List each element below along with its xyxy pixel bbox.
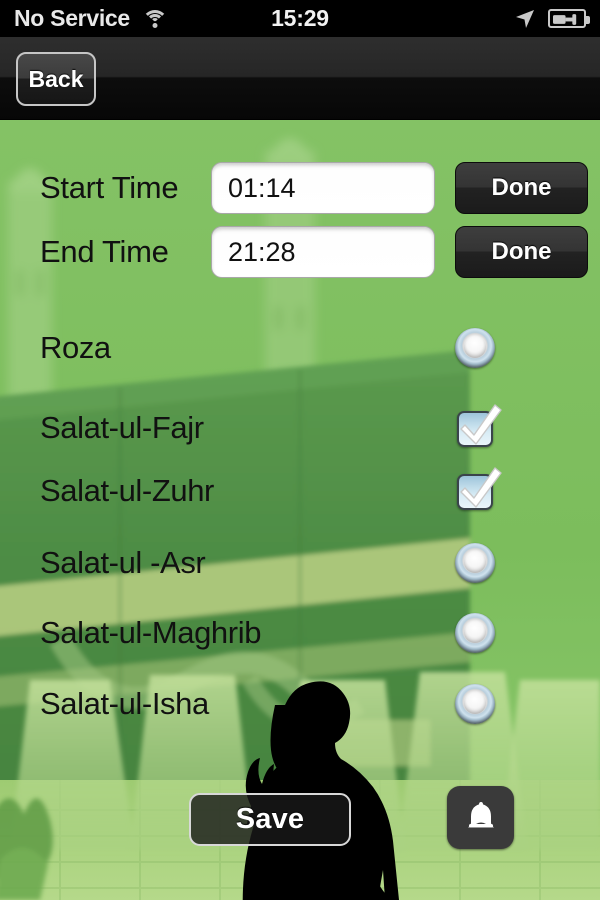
start-time-input[interactable]: 01:14 [211, 161, 435, 214]
list-item[interactable]: Salat-ul-Isha [0, 678, 600, 730]
end-time-row: End Time 21:28 Done [0, 224, 600, 279]
end-time-input[interactable]: 21:28 [211, 225, 435, 278]
list-item[interactable]: Salat-ul-Fajr [0, 402, 600, 454]
list-item-label: Salat-ul-Zuhr [40, 473, 214, 508]
list-item[interactable]: Roza [0, 322, 600, 374]
bell-icon [468, 802, 494, 828]
list-item[interactable]: Salat-ul-Maghrib [0, 607, 600, 659]
location-arrow-icon [514, 8, 536, 30]
main-content: Start Time 01:14 Done End Time 21:28 Don… [0, 120, 600, 900]
list-item-label: Salat-ul-Isha [40, 686, 209, 721]
list-item-label: Salat-ul-Maghrib [40, 615, 262, 650]
toggle-roza[interactable] [455, 328, 495, 368]
toggle-salat-ul-fajr[interactable] [455, 404, 502, 448]
start-time-label: Start Time [40, 169, 179, 205]
end-time-label: End Time [40, 233, 169, 269]
list-item-label: Salat-ul -Asr [40, 545, 206, 580]
toggle-salat-ul-asr[interactable] [455, 543, 495, 583]
toggle-salat-ul-zuhr[interactable] [455, 467, 502, 511]
clock-label: 15:29 [271, 5, 329, 31]
back-button[interactable]: Back [16, 52, 96, 106]
end-time-done-button[interactable]: Done [455, 225, 588, 278]
navigation-bar: Back [0, 37, 600, 120]
status-bar: No Service 15:29 [0, 0, 600, 37]
toggle-salat-ul-maghrib[interactable] [455, 613, 495, 653]
alarm-button[interactable] [447, 786, 514, 849]
list-item-label: Salat-ul-Fajr [40, 410, 204, 445]
app-screen: No Service 15:29 Back Start Time 01:14 D… [0, 0, 600, 900]
list-item-label: Roza [40, 330, 111, 365]
list-item[interactable]: Salat-ul-Zuhr [0, 465, 600, 517]
save-button[interactable]: Save [189, 793, 351, 846]
toggle-salat-ul-isha[interactable] [455, 684, 495, 724]
status-bar-right [514, 0, 590, 37]
list-item[interactable]: Salat-ul -Asr [0, 537, 600, 589]
battery-charging-icon [548, 9, 590, 28]
start-time-done-button[interactable]: Done [455, 161, 588, 214]
checkmark-icon [460, 467, 502, 508]
checkmark-icon [460, 404, 502, 445]
start-time-row: Start Time 01:14 Done [0, 160, 600, 215]
